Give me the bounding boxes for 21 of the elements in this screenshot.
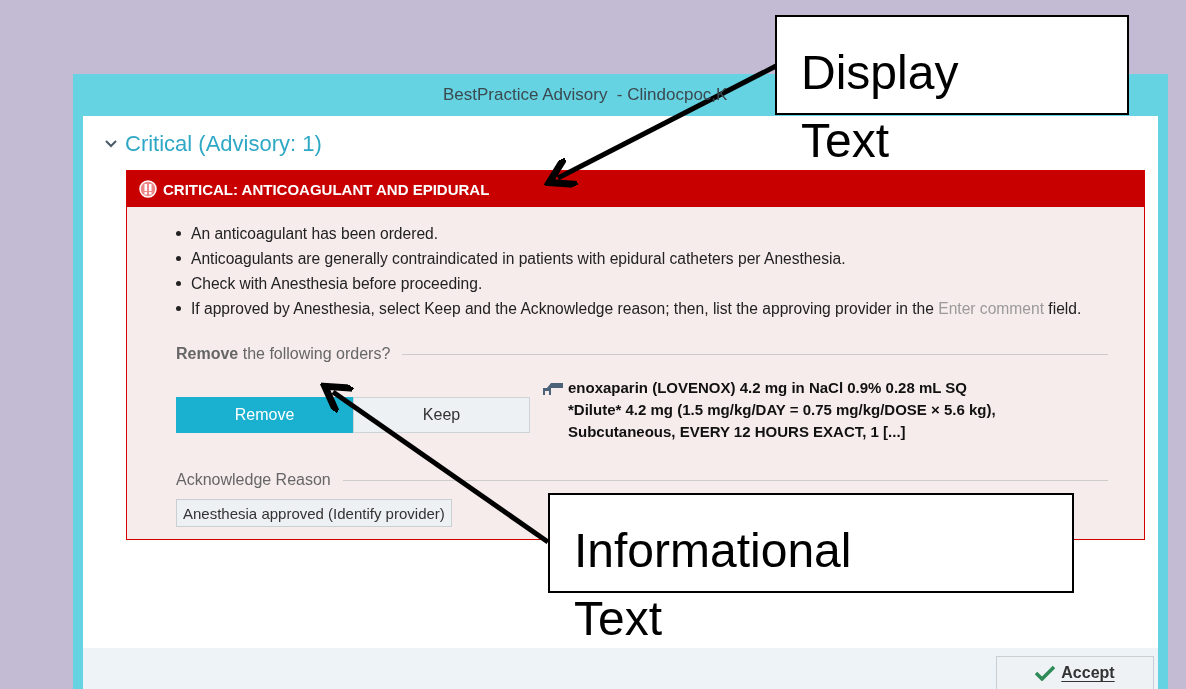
callout-text: Informational Text (574, 523, 853, 647)
choice-button[interactable]: Keep (353, 397, 530, 433)
alert-icon (139, 180, 157, 198)
orders-prompt: Remove the following orders? (176, 345, 391, 363)
bullet-icon (176, 306, 181, 311)
advisory-title: CRITICAL: ANTICOAGULANT AND EPIDURAL (163, 180, 490, 198)
bullet-icon (176, 231, 181, 236)
order-text: enoxaparin (LOVENOX) 4.2 mg in NaCl 0.9% 0.28 mL SQ *Dilute* 4.2 mg (1.5 mg/kg/DAY = 0.75 mg/kg/DOSE × 5.6 kg), Subcutaneous, EVERY 12 HOURS EXACT, 1 [...] (568, 378, 996, 442)
callout-text: Display Text (801, 45, 960, 169)
bullet-text: If approved by Anesthesia, select Keep and the Acknowledge reason; then, list the approving provider in the Enter comment field. (191, 299, 1082, 319)
bullet-text: Check with Anesthesia before proceeding. (191, 274, 483, 294)
bullet-text: An anticoagulant has been ordered. (191, 224, 439, 244)
bullet-icon (176, 256, 181, 261)
acknowledge-label: Acknowledge Reason (176, 471, 331, 489)
checkmark-icon (1035, 665, 1056, 681)
reason-button[interactable]: Anesthesia approved (Identify provider) (176, 499, 452, 527)
accept-button[interactable]: Accept (996, 656, 1154, 689)
chevron-icon[interactable] (105, 140, 117, 148)
bed-icon (542, 380, 564, 396)
bullet-text: Anticoagulants are generally contraindicated in patients with epidural catheters per Anesthesia. (191, 249, 846, 269)
bullet-icon (176, 281, 181, 286)
